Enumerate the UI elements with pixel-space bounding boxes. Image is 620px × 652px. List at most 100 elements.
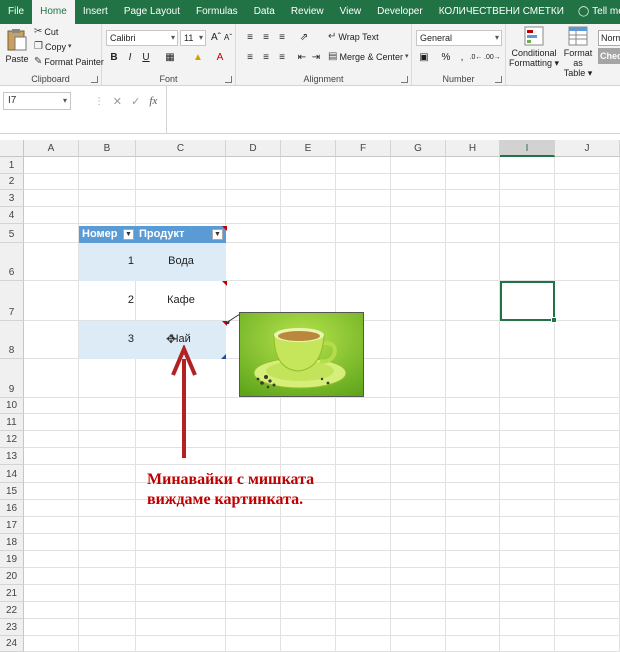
format-as-table-button[interactable]: Format as Table ▾ [558,26,598,78]
column-header-f[interactable]: F [336,140,391,157]
column-header-d[interactable]: D [226,140,281,157]
style-check-cell[interactable]: Chec [598,48,620,64]
table-cell-num[interactable]: 1 [79,255,134,267]
fill-handle[interactable] [551,317,557,323]
table-cell-num[interactable]: 2 [79,294,134,306]
currency-icon[interactable]: ▣ [416,50,432,66]
table-cell-product[interactable]: Кафе [136,294,226,306]
number-format-combo[interactable]: General ▾ [416,30,502,46]
align-top-icon[interactable]: ≡ [242,30,258,46]
orientation-icon[interactable]: ⇗ [296,30,312,46]
row-header-14[interactable]: 14 [0,465,24,483]
alignment-dialog-launcher[interactable] [401,76,408,83]
tab-quantity-bills[interactable]: КОЛИЧЕСТВЕНИ СМЕТКИ [431,0,572,24]
clipboard-dialog-launcher[interactable] [91,76,98,83]
row-header-11[interactable]: 11 [0,414,24,431]
row-header-4[interactable]: 4 [0,207,24,224]
row-header-22[interactable]: 22 [0,602,24,619]
row-header-2[interactable]: 2 [0,174,24,190]
row-header-8[interactable]: 8 [0,321,24,359]
cancel-icon[interactable]: ✕ [113,95,122,108]
column-header-b[interactable]: B [79,140,136,157]
row-header-23[interactable]: 23 [0,619,24,636]
style-normal[interactable]: Norm [598,30,620,46]
format-painter-button[interactable]: ✎ Format Painter [34,57,104,68]
name-box[interactable]: I7 ▾ [3,92,71,110]
font-dialog-launcher[interactable] [225,76,232,83]
tab-data[interactable]: Data [246,0,283,24]
row-header-9[interactable]: 9 [0,359,24,398]
column-header-a[interactable]: A [24,140,79,157]
row-header-13[interactable]: 13 [0,448,24,465]
wrap-text-button[interactable]: ↵ Wrap Text [328,32,379,43]
row-header-3[interactable]: 3 [0,190,24,207]
column-header-e[interactable]: E [281,140,336,157]
row-header-12[interactable]: 12 [0,431,24,448]
tab-view[interactable]: View [332,0,370,24]
fill-color-icon[interactable]: ▲ [190,50,206,66]
row-header-21[interactable]: 21 [0,585,24,602]
increase-indent-icon[interactable]: ⇥ [308,50,324,66]
tell-me-search[interactable]: Tell me what you want t [589,0,620,24]
active-cell-i7[interactable] [500,281,557,323]
align-bottom-icon[interactable]: ≡ [274,30,290,46]
column-header-g[interactable]: G [391,140,446,157]
row-header-5[interactable]: 5 [0,224,24,243]
column-header-j[interactable]: J [555,140,620,157]
tab-home[interactable]: Home [32,0,75,24]
paste-button[interactable]: Paste [4,28,30,64]
row-header-18[interactable]: 18 [0,534,24,551]
row-header-7[interactable]: 7 [0,281,24,321]
row-header-6[interactable]: 6 [0,243,24,281]
conditional-formatting-label-1: Conditional [511,48,557,58]
row-header-24[interactable]: 24 [0,636,24,652]
align-center-icon[interactable]: ≡ [258,50,274,66]
merge-center-button[interactable]: ▤ Merge & Center ▾ [328,52,409,63]
tab-review[interactable]: Review [283,0,332,24]
row-header-20[interactable]: 20 [0,568,24,585]
enter-icon[interactable]: ✓ [131,95,140,108]
comment-indicator[interactable] [222,281,227,286]
row-header-19[interactable]: 19 [0,551,24,568]
font-size-combo[interactable]: 11 ▾ [180,30,206,46]
tab-insert[interactable]: Insert [75,0,116,24]
borders-icon[interactable]: ▦ [162,50,178,66]
table-cell-product[interactable]: Вода [136,255,226,267]
tab-developer[interactable]: Developer [369,0,431,24]
row-header-17[interactable]: 17 [0,517,24,534]
formula-input[interactable] [166,86,620,134]
row-header-1[interactable]: 1 [0,157,24,174]
insert-function-icon[interactable]: fx [149,95,157,107]
decrease-font-icon[interactable]: Aˇ [220,30,236,46]
copy-button[interactable]: ❐ Copy ▾ [34,42,72,53]
select-all-corner[interactable] [0,140,24,157]
conditional-formatting-button[interactable]: Conditional Formatting ▾ [508,26,560,68]
underline-button[interactable]: U [138,50,154,66]
align-right-icon[interactable]: ≡ [274,50,290,66]
increase-decimal-icon[interactable]: .0← [468,50,484,66]
number-dialog-launcher[interactable] [495,76,502,83]
column-header-c[interactable]: C [136,140,226,157]
bold-button[interactable]: B [106,50,122,66]
column-header-i[interactable]: I [500,140,555,157]
row-header-16[interactable]: 16 [0,500,24,517]
tab-page-layout[interactable]: Page Layout [116,0,188,24]
font-color-icon[interactable]: A [212,50,228,66]
tab-file[interactable]: File [0,0,32,24]
decrease-decimal-icon[interactable]: .00→ [484,50,501,66]
table-cell-product[interactable]: Чай [136,333,226,345]
comment-indicator[interactable] [222,226,227,231]
table-resize-handle[interactable] [221,354,226,359]
align-middle-icon[interactable]: ≡ [258,30,274,46]
align-left-icon[interactable]: ≡ [242,50,258,66]
tab-formulas[interactable]: Formulas [188,0,246,24]
italic-button[interactable]: I [122,50,138,66]
table-cell-num[interactable]: 3 [79,333,134,345]
row-header-15[interactable]: 15 [0,483,24,500]
percent-icon[interactable]: % [438,50,454,66]
filter-dropdown-icon[interactable]: ▼ [123,229,134,240]
row-header-10[interactable]: 10 [0,398,24,414]
font-name-combo[interactable]: Calibri ▾ [106,30,178,46]
cut-button[interactable]: ✂ Cut [34,27,58,38]
column-header-h[interactable]: H [446,140,500,157]
